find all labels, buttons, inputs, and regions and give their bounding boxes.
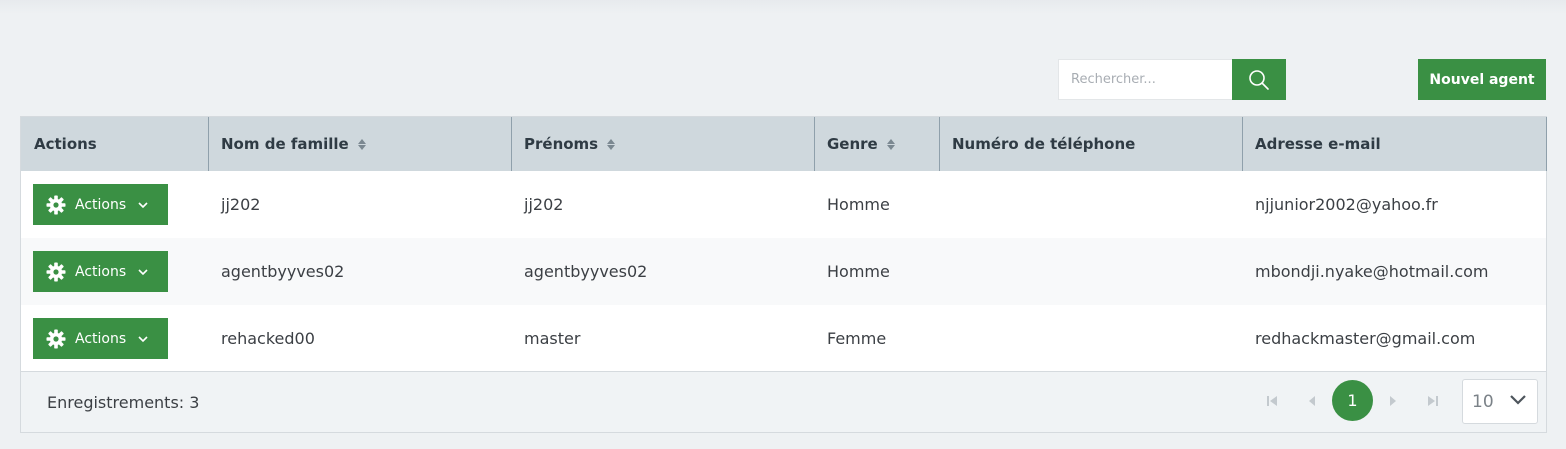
column-header-label: Actions [34,135,97,153]
chevron-down-icon [138,268,148,275]
column-header-prenoms[interactable]: Prénoms [511,117,815,171]
row-actions-button[interactable]: Actions [33,184,168,225]
column-header-label: Prénoms [524,135,599,153]
cell-nom: rehacked00 [221,329,315,348]
table-row: Actions jj202 jj202 Homme njjunior2002@y… [21,171,1546,238]
table-row: Actions rehacked00 master Femme redhackm… [21,305,1546,372]
top-band [0,0,1566,14]
table-header: Actions Nom de famille Prénoms Genre Num… [21,117,1547,171]
new-agent-button[interactable]: Nouvel agent [1418,59,1546,100]
row-actions-label: Actions [75,263,127,280]
column-header-nom[interactable]: Nom de famille [208,117,512,171]
sort-icon[interactable] [886,138,895,150]
page-size-select[interactable]: 10 [1462,379,1538,424]
column-header-email: Adresse e-mail [1242,117,1547,171]
column-header-label: Nom de famille [221,135,349,153]
chevron-down-icon [1510,395,1526,405]
column-header-label: Adresse e-mail [1255,135,1381,153]
page-size-value: 10 [1472,391,1494,412]
cell-genre: Homme [827,262,890,281]
gear-icon [46,329,66,348]
cell-nom: jj202 [221,195,261,214]
sort-icon[interactable] [607,138,616,150]
cell-email: mbondji.nyake@hotmail.com [1255,262,1489,281]
sort-icon[interactable] [357,138,366,150]
column-header-genre[interactable]: Genre [814,117,940,171]
column-header-actions: Actions [21,117,209,171]
search-button[interactable] [1232,59,1286,100]
row-actions-button[interactable]: Actions [33,318,168,359]
table-footer: Enregistrements: 3 1 10 [21,371,1546,432]
previous-page-icon[interactable] [1304,393,1320,409]
last-page-icon[interactable] [1425,393,1441,409]
search-icon [1249,69,1269,90]
cell-prenoms: master [524,329,581,348]
cell-prenoms: jj202 [524,195,564,214]
gear-icon [46,195,66,214]
cell-nom: agentbyyves02 [221,262,345,281]
chevron-down-icon [138,335,148,342]
next-page-icon[interactable] [1385,393,1401,409]
cell-genre: Femme [827,329,887,348]
cell-email: redhackmaster@gmail.com [1255,329,1476,348]
column-header-label: Genre [827,135,878,153]
cell-prenoms: agentbyyves02 [524,262,648,281]
records-count: Enregistrements: 3 [47,392,200,412]
search-input[interactable] [1058,59,1233,100]
table-row: Actions agentbyyves02 agentbyyves02 Homm… [21,238,1546,305]
first-page-icon[interactable] [1264,393,1280,409]
page-button-current[interactable]: 1 [1332,380,1373,421]
column-header-telephone: Numéro de téléphone [939,117,1243,171]
agents-table: Actions Nom de famille Prénoms Genre Num… [20,116,1547,433]
chevron-down-icon [138,201,148,208]
column-header-label: Numéro de téléphone [952,135,1136,153]
row-actions-button[interactable]: Actions [33,251,168,292]
cell-email: njjunior2002@yahoo.fr [1255,195,1438,214]
row-actions-label: Actions [75,330,127,347]
row-actions-label: Actions [75,196,127,213]
cell-genre: Homme [827,195,890,214]
gear-icon [46,262,66,281]
